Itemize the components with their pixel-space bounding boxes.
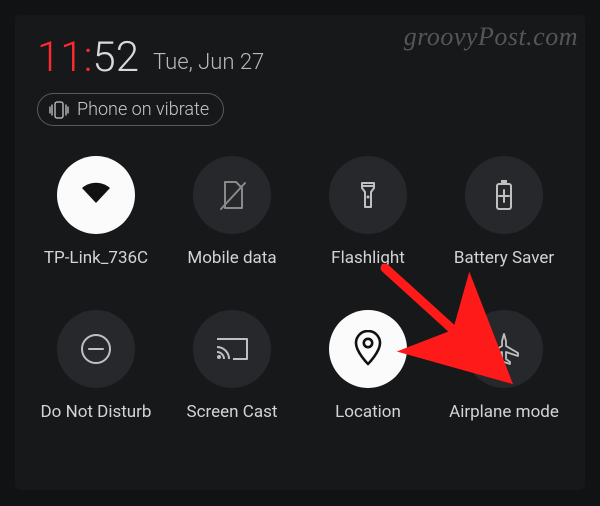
tile-wifi[interactable]: TP-Link_736C (37, 156, 155, 268)
sim-off-icon (215, 178, 249, 212)
location-pin-icon (353, 330, 383, 368)
tile-wifi-label: TP-Link_736C (44, 248, 148, 268)
status-row: 11:52 Tue, Jun 27 (37, 33, 563, 79)
tile-location[interactable]: Location (309, 310, 427, 422)
airplane-icon (486, 331, 522, 367)
tile-battery-saver[interactable]: Battery Saver (445, 156, 563, 268)
screen-cast-icon (213, 333, 251, 365)
tile-mobile-data[interactable]: Mobile data (173, 156, 291, 268)
tile-mobile-data-label: Mobile data (187, 248, 276, 268)
tile-do-not-disturb[interactable]: Do Not Disturb (37, 310, 155, 422)
quick-settings-panel: 11:52 Tue, Jun 27 Phone on vibrate TP-Li… (15, 15, 585, 490)
clock: 11:52 (37, 37, 139, 79)
tile-flashlight-label: Flashlight (331, 248, 405, 268)
tile-dnd-circle (57, 310, 135, 388)
vibrate-icon (48, 101, 70, 119)
tile-dnd-label: Do Not Disturb (41, 402, 152, 422)
tile-airplane-mode[interactable]: Airplane mode (445, 310, 563, 422)
wifi-icon (75, 174, 117, 216)
tile-airplane-label: Airplane mode (449, 402, 559, 422)
tile-flashlight[interactable]: Flashlight (309, 156, 427, 268)
tile-screen-cast-circle (193, 310, 271, 388)
tile-battery-saver-label: Battery Saver (454, 248, 554, 268)
tile-wifi-circle (57, 156, 135, 234)
tile-screen-cast-label: Screen Cast (187, 402, 278, 422)
tile-airplane-circle (465, 310, 543, 388)
flashlight-icon (353, 177, 383, 213)
do-not-disturb-icon (77, 330, 115, 368)
date-label: Tue, Jun 27 (153, 50, 264, 79)
ringer-mode-label: Phone on vibrate (77, 99, 209, 120)
clock-hour: 11 (37, 33, 84, 82)
tile-location-circle (329, 310, 407, 388)
tile-location-label: Location (335, 402, 401, 422)
tile-mobile-data-circle (193, 156, 271, 234)
tile-screen-cast[interactable]: Screen Cast (173, 310, 291, 422)
quick-tiles-grid: TP-Link_736C Mobile data (37, 156, 563, 422)
battery-plus-icon (491, 177, 517, 213)
tile-battery-saver-circle (465, 156, 543, 234)
ringer-mode-chip[interactable]: Phone on vibrate (37, 93, 224, 126)
tile-flashlight-circle (329, 156, 407, 234)
clock-minute: 52 (92, 33, 139, 82)
